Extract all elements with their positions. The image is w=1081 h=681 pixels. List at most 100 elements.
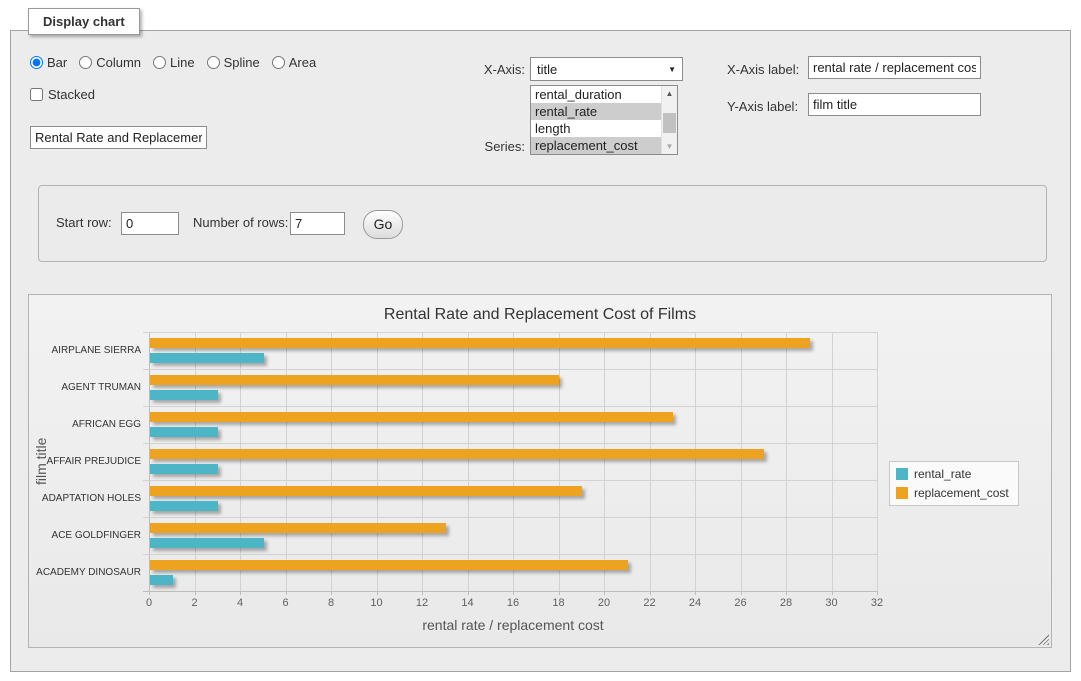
chart-container: Rental Rate and Replacement Cost of Film… xyxy=(28,294,1052,648)
y-axis-label-input[interactable] xyxy=(808,93,981,116)
x-tick-label: 10 xyxy=(357,597,397,609)
x-axis-label-label: X-Axis label: xyxy=(727,62,799,77)
x-axis-line xyxy=(143,591,877,592)
gridline-horizontal xyxy=(143,406,877,407)
gridline-vertical xyxy=(695,332,696,591)
gridline-vertical xyxy=(650,332,651,591)
go-button[interactable]: Go xyxy=(363,210,403,239)
stacked-checkbox-row[interactable]: Stacked xyxy=(30,87,95,102)
category-label: AIRPLANE SIERRA xyxy=(29,345,141,357)
start-row-label: Start row: xyxy=(56,215,112,230)
bar-rental_rate[interactable] xyxy=(150,575,173,585)
x-tick-label: 2 xyxy=(175,597,215,609)
series-option-length[interactable]: length xyxy=(531,120,661,137)
gridline-vertical xyxy=(786,332,787,591)
gridline-horizontal xyxy=(143,332,877,333)
bar-rental_rate[interactable] xyxy=(150,390,218,400)
x-tick-label: 32 xyxy=(857,597,897,609)
x-axis-select[interactable]: title ▼ xyxy=(530,57,683,81)
gridline-vertical xyxy=(422,332,423,591)
radio-column[interactable] xyxy=(79,56,92,69)
bar-rental_rate[interactable] xyxy=(150,427,218,437)
series-options: rental_durationrental_ratelengthreplacem… xyxy=(531,86,661,154)
radio-label: Bar xyxy=(47,55,67,70)
bar-replacement_cost[interactable] xyxy=(150,449,764,459)
x-tick-label: 20 xyxy=(584,597,624,609)
bar-replacement_cost[interactable] xyxy=(150,560,628,570)
category-label: AGENT TRUMAN xyxy=(29,382,141,394)
chart-type-line[interactable]: Line xyxy=(153,55,195,70)
category-label: ACADEMY DINOSAUR xyxy=(29,567,141,579)
bar-replacement_cost[interactable] xyxy=(150,523,446,533)
gridline-vertical xyxy=(286,332,287,591)
y-axis-label-label: Y-Axis label: xyxy=(727,99,798,114)
chart-title-input[interactable] xyxy=(30,126,207,149)
gridline-vertical xyxy=(559,332,560,591)
bar-replacement_cost[interactable] xyxy=(150,486,582,496)
legend-item-rental_rate[interactable]: rental_rate xyxy=(896,467,1009,481)
gridline-vertical xyxy=(877,332,878,591)
x-tick-label: 18 xyxy=(539,597,579,609)
fieldset-legend: Display chart xyxy=(28,8,140,35)
bar-rental_rate[interactable] xyxy=(150,538,264,548)
chart-type-bar[interactable]: Bar xyxy=(30,55,67,70)
x-axis-select-label: X-Axis: xyxy=(468,62,525,77)
stacked-checkbox[interactable] xyxy=(30,88,43,101)
number-of-rows-label: Number of rows: xyxy=(193,215,288,230)
x-tick-label: 26 xyxy=(721,597,761,609)
radio-area[interactable] xyxy=(272,56,285,69)
series-option-rental_rate[interactable]: rental_rate xyxy=(531,103,661,120)
x-tick-label: 24 xyxy=(675,597,715,609)
x-tick-label: 4 xyxy=(220,597,260,609)
legend-label: rental_rate xyxy=(914,467,971,481)
radio-bar[interactable] xyxy=(30,56,43,69)
radio-spline[interactable] xyxy=(207,56,220,69)
gridline-vertical xyxy=(195,332,196,591)
gridline-vertical xyxy=(832,332,833,591)
bar-rental_rate[interactable] xyxy=(150,464,218,474)
rows-panel: Start row: Number of rows: Go xyxy=(38,185,1047,262)
x-axis-selected-value: title xyxy=(537,62,557,77)
gridline-vertical xyxy=(741,332,742,591)
chart-type-area[interactable]: Area xyxy=(272,55,316,70)
x-axis-label-input[interactable] xyxy=(808,56,981,79)
stacked-label: Stacked xyxy=(48,87,95,102)
series-scrollbar[interactable]: ▲ ▼ xyxy=(661,86,677,154)
bar-replacement_cost[interactable] xyxy=(150,375,559,385)
bar-replacement_cost[interactable] xyxy=(150,412,673,422)
x-tick-label: 0 xyxy=(129,597,169,609)
legend-swatch xyxy=(896,487,908,499)
radio-line[interactable] xyxy=(153,56,166,69)
series-multiselect[interactable]: rental_durationrental_ratelengthreplacem… xyxy=(530,85,678,155)
chart-legend[interactable]: rental_rate replacement_cost xyxy=(889,461,1019,506)
chart-type-radios: Bar Column Line Spline Area xyxy=(30,55,316,70)
chart-type-spline[interactable]: Spline xyxy=(207,55,260,70)
x-tick-label: 14 xyxy=(448,597,488,609)
series-select-label: Series: xyxy=(475,139,525,154)
bar-replacement_cost[interactable] xyxy=(150,338,810,348)
scroll-up-icon[interactable]: ▲ xyxy=(662,86,677,101)
x-tick-mark xyxy=(877,591,878,595)
radio-label: Line xyxy=(170,55,195,70)
series-option-replacement_cost[interactable]: replacement_cost xyxy=(531,137,661,154)
chart-type-column[interactable]: Column xyxy=(79,55,141,70)
page: Display chart Bar Column Line Spline Area St… xyxy=(0,0,1081,681)
x-tick-label: 22 xyxy=(630,597,670,609)
x-tick-label: 28 xyxy=(766,597,806,609)
legend-item-replacement_cost[interactable]: replacement_cost xyxy=(896,486,1009,500)
legend-label: replacement_cost xyxy=(914,486,1009,500)
series-option-rental_duration[interactable]: rental_duration xyxy=(531,86,661,103)
scrollbar-thumb[interactable] xyxy=(663,113,676,133)
radio-label: Column xyxy=(96,55,141,70)
scroll-down-icon[interactable]: ▼ xyxy=(662,139,677,154)
gridline-horizontal xyxy=(143,517,877,518)
gridline-horizontal xyxy=(143,369,877,370)
bar-rental_rate[interactable] xyxy=(150,353,264,363)
bar-rental_rate[interactable] xyxy=(150,501,218,511)
number-of-rows-input[interactable] xyxy=(290,212,345,235)
gridline-vertical xyxy=(331,332,332,591)
x-tick-label: 30 xyxy=(812,597,852,609)
x-tick-label: 6 xyxy=(266,597,306,609)
start-row-input[interactable] xyxy=(121,212,179,235)
gridline-vertical xyxy=(604,332,605,591)
